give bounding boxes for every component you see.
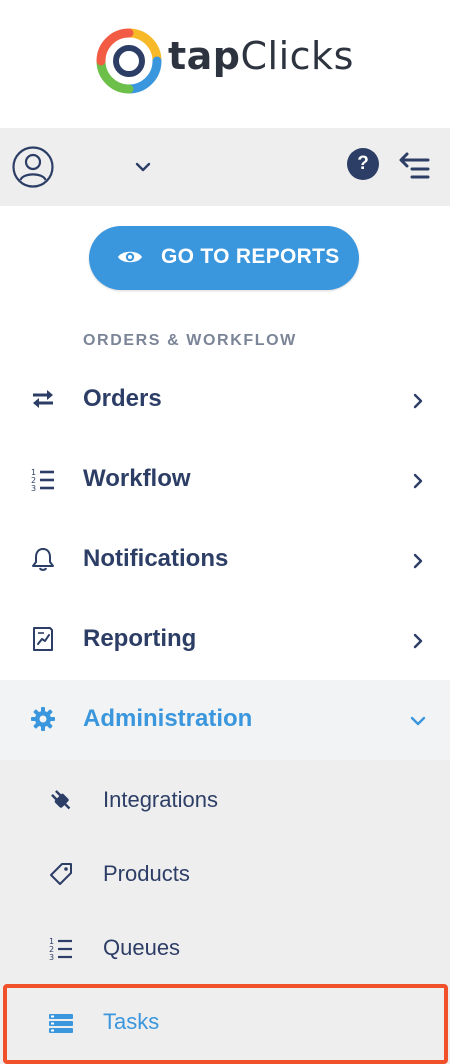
submenu-item-integrations[interactable]: Integrations [0,762,450,836]
logo-area: tapClicks [0,0,450,128]
chevron-right-icon [413,633,423,649]
eye-icon [118,251,142,263]
svg-text:3: 3 [49,953,54,961]
user-bar: ? [0,128,450,206]
tasks-highlight-box [3,984,448,1064]
section-title: ORDERS & WORKFLOW [83,332,297,349]
chevron-down-icon[interactable] [134,158,152,176]
submenu-item-queues-label: Queues [103,935,181,960]
numbered-list-icon: 1 2 3 [49,937,72,961]
sidebar: tapClicks ? GO TO REPORTS ORDERS & WORKF… [0,0,450,1064]
nav-item-workflow[interactable]: 1 2 3 Workflow [0,440,450,520]
nav-item-reporting-label: Reporting [83,625,197,652]
nav-item-workflow-label: Workflow [83,465,191,492]
help-icon[interactable]: ? [347,148,379,180]
nav-item-notifications-label: Notifications [83,545,229,572]
nav-item-orders-label: Orders [83,385,162,412]
chevron-right-icon [413,393,423,409]
tag-icon [50,863,72,885]
tapclicks-logo-icon [96,28,162,94]
submenu-item-products[interactable]: Products [0,836,450,910]
svg-text:3: 3 [31,484,36,492]
nav-item-orders[interactable]: Orders [0,360,450,440]
collapse-sidebar-icon[interactable] [398,150,432,180]
brand-name: tapClicks [168,34,354,78]
chart-document-icon [33,627,53,651]
plug-icon [51,790,71,810]
gear-icon [31,707,55,731]
brand-name-part2: Clicks [240,34,354,78]
submenu-item-queues[interactable]: 1 2 3 Queues [0,910,450,984]
nav-item-reporting[interactable]: Reporting [0,600,450,680]
nav-item-administration[interactable]: Administration [0,680,450,760]
user-circle-icon[interactable] [12,146,54,188]
go-to-reports-label: GO TO REPORTS [161,245,340,268]
submenu-item-products-label: Products [103,861,190,886]
submenu-item-integrations-label: Integrations [103,787,218,812]
numbered-list-icon: 1 2 3 [31,468,54,492]
chevron-right-icon [413,473,423,489]
nav-item-notifications[interactable]: Notifications [0,520,450,600]
chevron-down-icon [410,716,426,726]
bell-icon [32,548,54,571]
brand-name-part1: tap [168,34,241,78]
nav-item-administration-label: Administration [83,705,253,732]
chevron-right-icon [413,553,423,569]
arrows-exchange-icon [33,390,53,408]
go-to-reports-button[interactable]: GO TO REPORTS [89,226,359,290]
